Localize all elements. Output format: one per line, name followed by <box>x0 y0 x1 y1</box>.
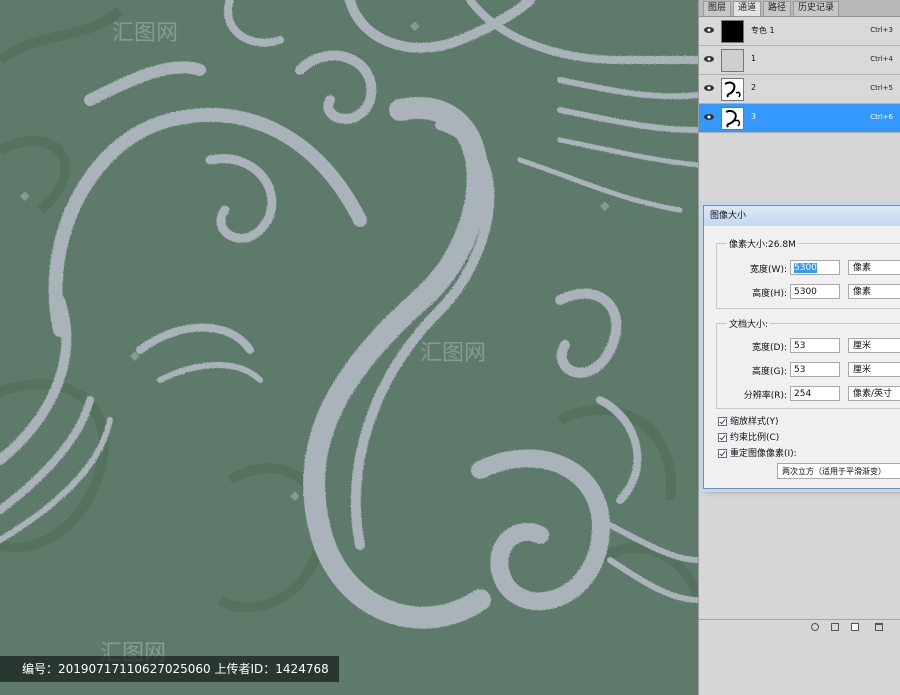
eye-icon[interactable] <box>704 26 714 34</box>
swirl-artwork: 汇图网 ⬥ 汇图网 ⬥ ⬥ ⬥ ⬥ 汇图网 <box>0 0 698 695</box>
trash-icon[interactable] <box>875 623 883 631</box>
pixel-dimensions-group: 像素大小:26.8M 宽度(W): 5300 像素 高度(H): 5300 像素 <box>716 237 900 309</box>
svg-text:⬥: ⬥ <box>20 188 30 204</box>
doc-width-input[interactable]: 53 <box>790 338 840 353</box>
channel-name: 2 <box>751 83 757 92</box>
channel-list: 专色 1 Ctrl+3 1 Ctrl+4 2 Ctrl+5 3 Ctrl+6 <box>699 17 900 133</box>
doc-height-row: 高度(G): 53 厘米 <box>717 362 900 378</box>
save-selection-icon[interactable] <box>831 623 839 631</box>
checkbox-checked-icon[interactable] <box>718 449 727 458</box>
constrain-proportions-checkbox[interactable]: 约束比例(C) <box>718 430 779 443</box>
resample-checkbox[interactable]: 重定图像像素(I): <box>718 446 797 459</box>
pixel-width-value: 5300 <box>794 263 817 273</box>
eye-icon[interactable] <box>704 55 714 63</box>
doc-height-label: 高度(G): <box>751 367 787 377</box>
channel-row-3[interactable]: 3 Ctrl+6 <box>699 104 900 133</box>
load-selection-icon[interactable] <box>811 623 819 631</box>
channel-shortcut: Ctrl+5 <box>870 84 893 92</box>
new-channel-icon[interactable] <box>851 623 859 631</box>
tab-paths[interactable]: 路径 <box>763 1 792 16</box>
checkbox-checked-icon[interactable] <box>718 433 727 442</box>
channel-thumbnail <box>721 20 744 43</box>
panel-tabs: 图层 通道 路径 历史记录 <box>699 0 900 17</box>
dialog-title: 图像大小 <box>704 206 900 226</box>
svg-text:⬥: ⬥ <box>600 198 610 214</box>
channel-name: 专色 1 <box>751 26 775 35</box>
resolution-input[interactable]: 254 <box>790 386 840 401</box>
pixel-height-label: 高度(H): <box>752 289 787 299</box>
channel-thumbnail <box>721 107 744 130</box>
pixel-width-input[interactable]: 5300 <box>790 260 840 275</box>
channel-name: 1 <box>751 54 757 63</box>
channel-shortcut: Ctrl+3 <box>870 26 893 34</box>
pixel-group-label: 像素大小:26.8M <box>727 237 798 250</box>
app-root: 汇图网 ⬥ 汇图网 ⬥ ⬥ ⬥ ⬥ 汇图网 图层 通道 路径 历史记录 专色 1 <box>0 0 900 695</box>
pixel-width-row: 宽度(W): 5300 像素 <box>717 260 900 276</box>
image-id-label: 编号：20190717110627025060 上传者ID：1424768 <box>0 656 339 682</box>
tab-layers[interactable]: 图层 <box>703 1 732 16</box>
channel-shortcut: Ctrl+4 <box>870 55 893 63</box>
channel-shortcut: Ctrl+6 <box>870 113 893 121</box>
pixel-width-unit-select[interactable]: 像素 <box>848 260 900 275</box>
channel-name: 3 <box>751 112 757 121</box>
eye-icon[interactable] <box>704 84 714 92</box>
channel-row-2[interactable]: 2 Ctrl+5 <box>699 75 900 104</box>
doc-height-input[interactable]: 53 <box>790 362 840 377</box>
doc-width-unit: 厘米 <box>853 341 872 351</box>
eye-icon[interactable] <box>704 113 714 121</box>
channel-thumbnail <box>721 78 744 101</box>
image-size-dialog: 图像大小 像素大小:26.8M 宽度(W): 5300 像素 高度(H): 53… <box>703 205 900 489</box>
pixel-height-row: 高度(H): 5300 像素 <box>717 284 900 300</box>
document-canvas[interactable]: 汇图网 ⬥ 汇图网 ⬥ ⬥ ⬥ ⬥ 汇图网 <box>0 0 698 695</box>
channel-row-spot[interactable]: 专色 1 Ctrl+3 <box>699 17 900 46</box>
doc-group-label: 文档大小: <box>727 317 771 330</box>
doc-width-label: 宽度(D): <box>752 343 787 353</box>
channel-thumbnail <box>721 49 744 72</box>
svg-text:⬥: ⬥ <box>290 488 300 504</box>
doc-height-unit: 厘米 <box>853 365 872 375</box>
channel-row-1[interactable]: 1 Ctrl+4 <box>699 46 900 75</box>
pixel-width-label: 宽度(W): <box>750 265 787 275</box>
constrain-label: 约束比例(C) <box>730 433 780 443</box>
resample-method-select[interactable]: 两次立方（适用于平滑渐变） <box>777 463 900 479</box>
resolution-row: 分辨率(R): 254 像素/英寸 <box>717 386 900 402</box>
checkbox-checked-icon[interactable] <box>718 417 727 426</box>
resample-label: 重定图像像素(I): <box>730 449 797 459</box>
pixel-width-unit: 像素 <box>853 263 872 273</box>
doc-height-unit-select[interactable]: 厘米 <box>848 362 900 377</box>
resolution-unit-select[interactable]: 像素/英寸 <box>848 386 900 401</box>
tab-channels[interactable]: 通道 <box>733 1 762 16</box>
pixel-height-unit: 像素 <box>853 287 872 297</box>
doc-width-row: 宽度(D): 53 厘米 <box>717 338 900 354</box>
tab-history[interactable]: 历史记录 <box>793 1 840 16</box>
watermark-text-1: 汇图网 <box>112 21 178 46</box>
channel-panel-footer <box>699 619 900 635</box>
doc-width-unit-select[interactable]: 厘米 <box>848 338 900 353</box>
pixel-height-input[interactable]: 5300 <box>790 284 840 299</box>
svg-text:⬥: ⬥ <box>410 18 420 34</box>
resolution-label: 分辨率(R): <box>743 391 787 401</box>
pixel-height-unit-select[interactable]: 像素 <box>848 284 900 299</box>
document-size-group: 文档大小: 宽度(D): 53 厘米 高度(G): 53 厘米 分辨率(R): … <box>716 317 900 409</box>
scale-styles-checkbox[interactable]: 缩放样式(Y) <box>718 414 779 427</box>
svg-text:汇图网: 汇图网 <box>420 341 486 366</box>
resolution-unit: 像素/英寸 <box>853 389 893 399</box>
svg-text:⬥: ⬥ <box>130 348 140 364</box>
scale-styles-label: 缩放样式(Y) <box>730 417 779 427</box>
